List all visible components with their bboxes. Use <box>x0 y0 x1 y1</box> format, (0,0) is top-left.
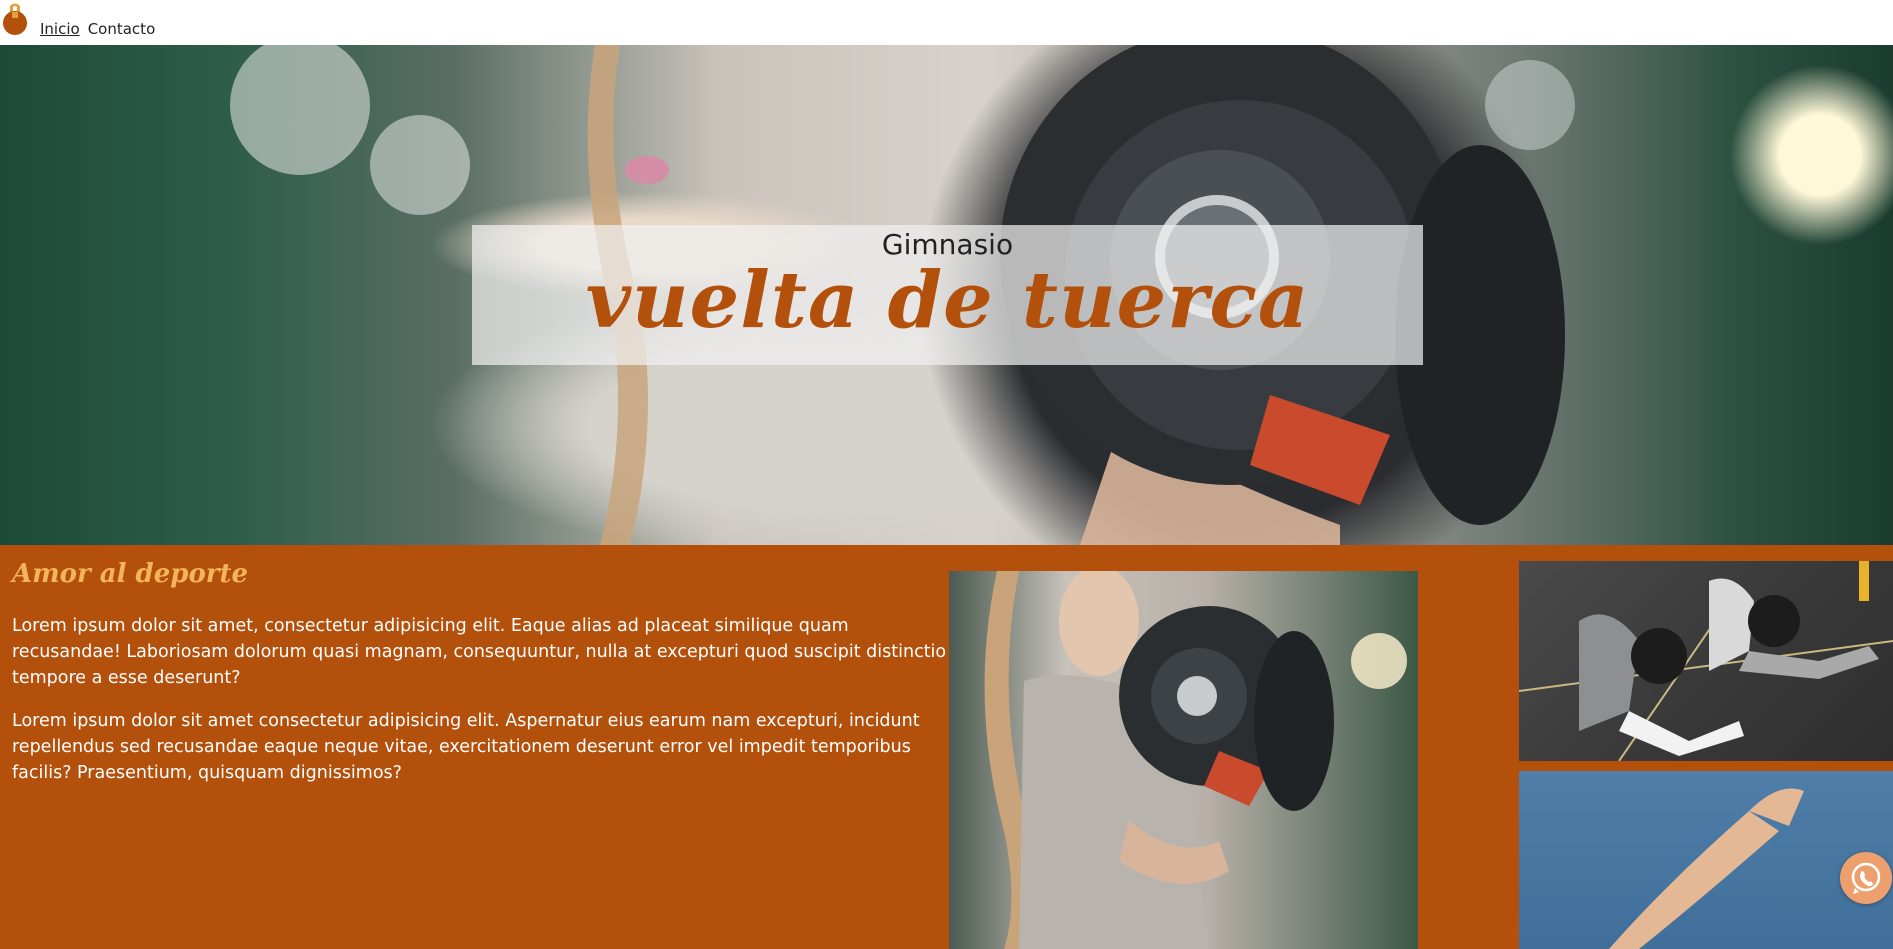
hero-banner: Gimnasio vuelta de tuerca <box>0 45 1893 545</box>
ball-situps-photo <box>1519 561 1893 761</box>
kettlebell-logo-icon[interactable] <box>1 2 29 36</box>
hero-title-box: Gimnasio vuelta de tuerca <box>472 225 1423 365</box>
whatsapp-button[interactable] <box>1840 852 1892 904</box>
about-section: Amor al deporte Lorem ipsum dolor sit am… <box>0 545 1893 949</box>
nav-link-inicio[interactable]: Inicio <box>40 20 80 38</box>
hero-title: vuelta de tuerca <box>585 255 1310 346</box>
dumbbell-woman-photo <box>949 571 1418 949</box>
stretching-arm-photo <box>1519 771 1893 949</box>
site-header: Inicio Contacto <box>0 0 1893 45</box>
whatsapp-icon <box>1851 862 1881 894</box>
section-paragraph-1: Lorem ipsum dolor sit amet, consectetur … <box>12 616 947 688</box>
section-paragraph-2: Lorem ipsum dolor sit amet consectetur a… <box>12 711 920 783</box>
section-title: Amor al deporte <box>12 559 249 589</box>
main-nav: Inicio Contacto <box>40 20 155 38</box>
nav-link-contacto[interactable]: Contacto <box>88 20 156 38</box>
